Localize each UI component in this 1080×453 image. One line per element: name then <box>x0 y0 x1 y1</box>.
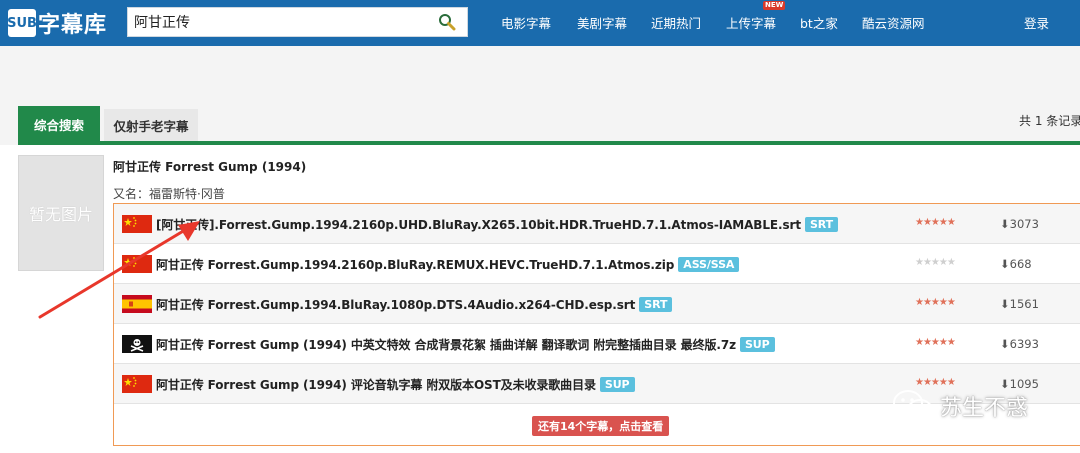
format-badge: SRT <box>639 297 673 312</box>
movie-alias: 又名：福雷斯特·冈普 <box>113 187 225 201</box>
search-input[interactable] <box>128 8 428 36</box>
wechat-icon <box>893 390 933 421</box>
subtitle-row[interactable]: 阿甘正传 Forrest Gump (1994) 中英文特效 合成背景花絮 插曲… <box>114 324 1080 364</box>
subtitle-row[interactable]: 阿甘正传 Forrest.Gump.1994.2160p.BluRay.REMU… <box>114 244 1080 284</box>
subtitle-filename[interactable]: [阿甘正传].Forrest.Gump.1994.2160p.UHD.BluRa… <box>156 216 839 233</box>
format-badge: SRT <box>804 217 839 232</box>
download-icon: ⬇ <box>1000 217 1010 231</box>
download-count: ⬇6393 <box>1000 337 1039 351</box>
rating-stars: ★★★★★ <box>915 297 956 308</box>
subtitle-row[interactable]: [阿甘正传].Forrest.Gump.1994.2160p.UHD.BluRa… <box>114 204 1080 244</box>
movie-title[interactable]: 阿甘正传 Forrest Gump (1994) <box>113 158 306 175</box>
pirate-flag-icon <box>122 335 152 353</box>
nav-login[interactable]: 登录 <box>1024 13 1049 32</box>
rating-stars: ★★★★★ <box>915 377 956 388</box>
subtitle-name: 阿甘正传 Forrest.Gump.1994.BluRay.1080p.DTS.… <box>156 298 636 312</box>
format-badge: SUP <box>739 337 775 352</box>
download-number: 1561 <box>1009 297 1039 311</box>
tab-all-search[interactable]: 综合搜索 <box>18 106 100 142</box>
record-count: 共 1 条记录 <box>1019 114 1080 128</box>
subtitle-filename[interactable]: 阿甘正传 Forrest Gump (1994) 评论音轨字幕 附双版本OST及… <box>156 376 635 393</box>
new-badge: NEW <box>763 1 786 10</box>
download-number: 6393 <box>1009 337 1039 351</box>
rating-stars: ★★★★★ <box>915 257 956 268</box>
subtitle-name: 阿甘正传 Forrest Gump (1994) 评论音轨字幕 附双版本OST及… <box>156 378 596 392</box>
subtitle-name: [阿甘正传].Forrest.Gump.1994.2160p.UHD.BluRa… <box>156 218 801 232</box>
logo-mark: SUB <box>7 9 37 37</box>
tab-shooter-only[interactable]: 仅射手老字幕 <box>104 109 198 142</box>
top-navbar: SUB 字幕库 电影字幕 美剧字幕 近期热门 上传字幕 NEW bt之家 酷云资… <box>0 0 1080 46</box>
download-count: ⬇3073 <box>1000 217 1039 231</box>
subtitle-filename[interactable]: 阿甘正传 Forrest.Gump.1994.2160p.BluRay.REMU… <box>156 256 740 273</box>
download-number: 668 <box>1009 257 1032 271</box>
watermark-text: 苏生不惑 <box>940 396 1029 421</box>
rating-stars: ★★★★★ <box>915 337 956 348</box>
site-logo[interactable]: SUB 字幕库 <box>7 8 108 38</box>
download-icon: ⬇ <box>1000 297 1010 311</box>
watermark: 苏生不惑 <box>892 388 1028 424</box>
rating-stars: ★★★★★ <box>915 217 956 228</box>
subtitle-filename[interactable]: 阿甘正传 Forrest Gump (1994) 中英文特效 合成背景花絮 插曲… <box>156 336 775 353</box>
subtitle-name: 阿甘正传 Forrest Gump (1994) 中英文特效 合成背景花絮 插曲… <box>156 338 736 352</box>
nav-recent-hot[interactable]: 近期热门 <box>651 13 701 32</box>
download-number: 3073 <box>1009 217 1039 231</box>
show-more-button[interactable]: 还有14个字幕，点击查看 <box>532 416 670 436</box>
nav-kuyun[interactable]: 酷云资源网 <box>862 13 925 32</box>
annotation-arrow <box>38 221 200 319</box>
format-badge: SUP <box>599 377 635 392</box>
download-icon: ⬇ <box>1000 337 1010 351</box>
subtitle-row[interactable]: 阿甘正传 Forrest.Gump.1994.BluRay.1080p.DTS.… <box>114 284 1080 324</box>
china-flag-icon <box>122 375 152 393</box>
nav-movie-subs[interactable]: 电影字幕 <box>501 13 551 32</box>
search-box <box>127 7 468 37</box>
subtitle-name: 阿甘正传 Forrest.Gump.1994.2160p.BluRay.REMU… <box>156 258 675 272</box>
search-icon <box>439 14 456 31</box>
download-icon: ⬇ <box>1000 257 1010 271</box>
nav-bt-home[interactable]: bt之家 <box>800 13 838 32</box>
download-count: ⬇1561 <box>1000 297 1039 311</box>
nav-upload-subs[interactable]: 上传字幕 <box>726 13 776 32</box>
nav-us-tv-subs[interactable]: 美剧字幕 <box>577 13 627 32</box>
download-count: ⬇668 <box>1000 257 1032 271</box>
subtitle-filename[interactable]: 阿甘正传 Forrest.Gump.1994.BluRay.1080p.DTS.… <box>156 296 673 313</box>
format-badge: ASS/SSA <box>678 257 740 272</box>
search-button[interactable] <box>427 8 467 36</box>
logo-text: 字幕库 <box>38 13 108 38</box>
